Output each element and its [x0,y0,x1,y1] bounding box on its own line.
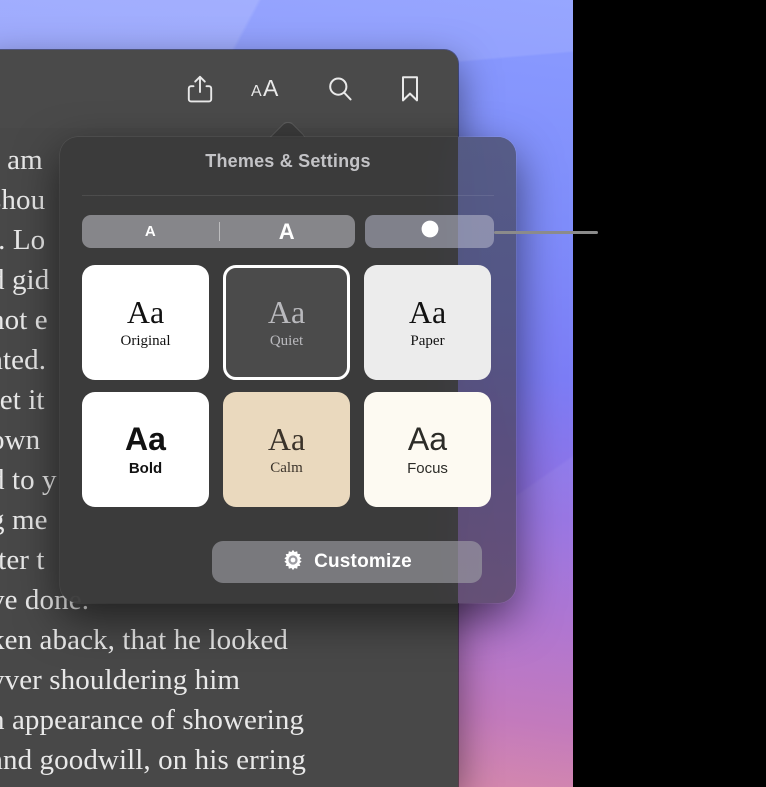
theme-card-original[interactable]: Aa Original [82,265,209,380]
text-size-icon[interactable]: A A [250,69,290,109]
customize-button-label: Customize [314,551,412,572]
theme-grid: Aa Original Aa Quiet Aa Paper Aa Bold Aa Calm Aa Fo… [82,265,494,507]
theme-card-quiet[interactable]: Aa Quiet [223,265,350,380]
theme-card-focus[interactable]: Aa Focus [364,392,491,507]
theme-sample-glyph: Aa [407,421,448,457]
popover-divider [82,195,494,196]
font-size-decrease-button[interactable]: A [82,215,219,248]
font-size-segmented-control[interactable]: A A [82,215,355,248]
theme-name-label: Calm [270,460,303,476]
theme-sample-glyph: Aa [267,421,306,457]
themes-settings-popover: Themes & Settings A A Aa Original Aa Quiet A… [60,137,516,603]
theme-sample-glyph: Aa [125,421,166,457]
theme-card-calm[interactable]: Aa Calm [223,392,350,507]
svg-text:A: A [251,83,262,100]
popover-title: Themes & Settings [205,151,371,171]
reader-text-line: ken aback, that he looked [0,624,289,656]
svg-text:A: A [263,76,279,101]
reader-text-line: yver shouldering him [0,664,241,696]
theme-sample-glyph: Aa [126,294,165,330]
annotation-callout-line [494,231,598,234]
bookmark-icon[interactable] [390,69,430,109]
screen: A A I amshour. Lod gidnot eated.ret it o… [0,0,766,787]
theme-name-label: Focus [407,460,448,477]
theme-name-label: Paper [410,333,445,349]
theme-card-paper[interactable]: Aa Paper [364,265,491,380]
share-icon[interactable] [180,69,220,109]
reader-text-line: and goodwill, on his erring [0,744,307,776]
reader-text-line: n appearance of showering [0,704,305,736]
popover-controls-row: A A [82,215,494,248]
theme-sample-glyph: Aa [408,294,447,330]
theme-name-label: Bold [128,460,163,477]
gear-icon [282,549,304,576]
search-icon[interactable] [320,69,360,109]
appearance-circle-icon [420,219,440,244]
font-size-increase-button[interactable]: A [219,215,356,248]
customize-button[interactable]: Customize [212,541,482,583]
theme-sample-glyph: Aa [267,294,306,330]
appearance-toggle-button[interactable] [365,215,494,248]
theme-name-label: Quiet [269,333,304,349]
theme-name-label: Original [120,333,171,349]
theme-card-bold[interactable]: Aa Bold [82,392,209,507]
reader-toolbar: A A [0,50,458,128]
